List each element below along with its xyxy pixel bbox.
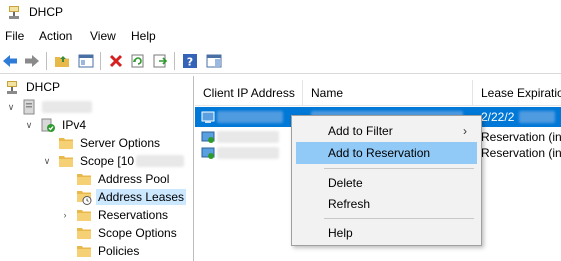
- expand-chevron-icon[interactable]: ∨: [24, 120, 34, 130]
- help-icon[interactable]: ?: [180, 51, 200, 71]
- menu-view[interactable]: View: [90, 29, 116, 43]
- toolbar-separator: [100, 52, 101, 70]
- redacted-scope-address: [136, 155, 185, 167]
- lease-expiration-cell: 2/22/2: [481, 110, 515, 124]
- menu-item-add-to-reservation[interactable]: Add to Reservation: [296, 142, 477, 164]
- menu-separator: [324, 168, 474, 169]
- tree-label-address-pool: Address Pool: [98, 172, 170, 186]
- tree-item-ipv4[interactable]: IPv4: [40, 116, 88, 134]
- menu-bar: File Action View Help: [0, 26, 561, 46]
- redacted-ip: [217, 131, 279, 143]
- tree-label-ipv4: IPv4: [62, 118, 87, 132]
- folder-icon: [77, 228, 91, 239]
- toolbar: ?: [0, 48, 561, 74]
- list-header: Client IP Address Name Lease Expiration: [195, 80, 561, 106]
- tree-label-address-leases: Address Leases: [96, 189, 187, 205]
- tree-label-scope: Scope [10: [80, 154, 135, 168]
- tree-item-server[interactable]: [22, 98, 92, 116]
- expand-chevron-icon[interactable]: ∨: [6, 102, 16, 112]
- context-menu: Add to Filter › Add to Reservation Delet…: [291, 115, 482, 246]
- menu-item-add-to-filter[interactable]: Add to Filter ›: [296, 120, 477, 142]
- folder-icon: [77, 174, 91, 185]
- tree-item-dhcp-root[interactable]: DHCP: [4, 78, 62, 96]
- menu-item-help[interactable]: Help: [296, 222, 477, 244]
- ipv4-icon: [41, 118, 55, 132]
- toolbar-separator: [46, 52, 47, 70]
- tree-item-server-options[interactable]: Server Options: [58, 134, 162, 152]
- tree-item-address-leases[interactable]: Address Leases: [76, 188, 187, 206]
- folder-icon: [77, 210, 91, 221]
- redacted-ip: [217, 147, 279, 159]
- title-bar: DHCP: [0, 0, 561, 24]
- menu-file[interactable]: File: [5, 29, 24, 43]
- lease-row-icon: [201, 145, 215, 161]
- svg-text:?: ?: [187, 56, 193, 69]
- export-list-icon[interactable]: [150, 51, 170, 71]
- menu-separator: [324, 218, 474, 219]
- console-tree: DHCP ∨ ∨ IPv4 Server Options ∨ Scope [10…: [0, 76, 194, 261]
- lease-row-icon: [201, 109, 215, 125]
- redacted-lease-time: [519, 111, 555, 123]
- tree-label-server-options: Server Options: [80, 136, 161, 150]
- tree-label-reservations: Reservations: [98, 208, 169, 222]
- redacted-ip: [217, 111, 283, 123]
- expand-chevron-icon[interactable]: ›: [60, 210, 70, 220]
- tree-label-dhcp: DHCP: [26, 80, 61, 94]
- tree-label-policies: Policies: [98, 244, 140, 258]
- tree-item-policies[interactable]: Policies: [76, 242, 141, 260]
- folder-icon: [59, 156, 73, 167]
- expand-chevron-icon[interactable]: ∨: [42, 156, 52, 166]
- menu-help[interactable]: Help: [131, 29, 156, 43]
- menu-item-label: Add to Reservation: [328, 146, 431, 160]
- redacted-server-name: [42, 101, 92, 113]
- show-hide-console-tree-icon[interactable]: [76, 51, 96, 71]
- folder-clock-icon: [77, 191, 92, 205]
- delete-icon[interactable]: [106, 51, 126, 71]
- dhcp-app-icon: [9, 6, 19, 19]
- tree-item-address-pool[interactable]: Address Pool: [76, 170, 171, 188]
- column-header-name[interactable]: Name: [303, 80, 473, 106]
- show-hide-action-pane-icon[interactable]: [204, 51, 224, 71]
- menu-action[interactable]: Action: [39, 29, 72, 43]
- window-title: DHCP: [29, 5, 64, 19]
- forward-icon[interactable]: [22, 51, 42, 71]
- lease-expiration-cell: Reservation (in: [481, 146, 561, 160]
- menu-item-label: Help: [328, 226, 353, 240]
- dhcp-root-icon: [7, 81, 17, 94]
- refresh-icon[interactable]: [128, 51, 148, 71]
- toolbar-separator: [174, 52, 175, 70]
- folder-icon: [77, 246, 91, 257]
- up-folder-icon[interactable]: [52, 51, 72, 71]
- menu-item-label: Refresh: [328, 197, 371, 211]
- column-header-lease-expiration[interactable]: Lease Expiration: [473, 80, 561, 106]
- tree-item-reservations[interactable]: Reservations: [76, 206, 170, 224]
- menu-item-label: Delete: [328, 176, 363, 190]
- menu-item-refresh[interactable]: Refresh: [296, 193, 477, 215]
- server-icon: [23, 99, 35, 115]
- folder-icon: [59, 138, 73, 149]
- tree-item-scope-options[interactable]: Scope Options: [76, 224, 179, 242]
- column-header-client-ip[interactable]: Client IP Address: [195, 80, 303, 106]
- menu-item-label: Add to Filter: [328, 124, 393, 138]
- submenu-arrow-icon: ›: [463, 124, 467, 138]
- menu-item-delete[interactable]: Delete: [296, 172, 477, 194]
- back-icon[interactable]: [0, 51, 20, 71]
- tree-item-scope[interactable]: Scope [10: [58, 152, 185, 170]
- tree-label-scope-options: Scope Options: [98, 226, 177, 240]
